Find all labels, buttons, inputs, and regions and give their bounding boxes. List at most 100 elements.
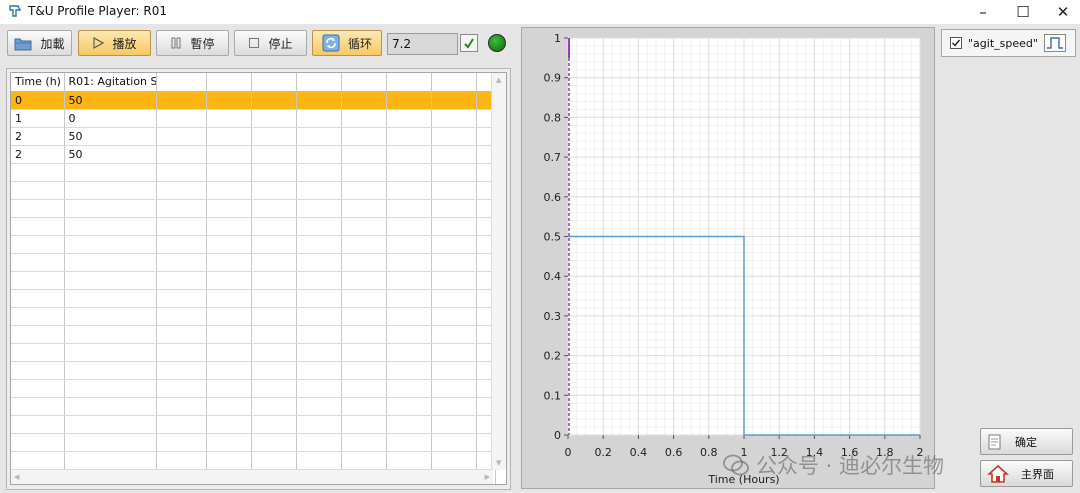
table-cell[interactable] bbox=[64, 397, 157, 416]
table-cell[interactable] bbox=[206, 253, 252, 272]
table-cell[interactable] bbox=[251, 361, 297, 380]
scroll-left-icon[interactable]: ◀ bbox=[14, 473, 19, 481]
table-cell[interactable] bbox=[64, 163, 157, 182]
table-cell[interactable] bbox=[11, 163, 65, 182]
table-cell[interactable] bbox=[341, 217, 387, 236]
table-cell[interactable] bbox=[341, 397, 387, 416]
loop-button[interactable]: 循环 bbox=[312, 30, 382, 56]
table-cell[interactable] bbox=[251, 271, 297, 290]
table-cell[interactable] bbox=[431, 253, 477, 272]
horizontal-scrollbar[interactable]: ◀ ▶ bbox=[11, 469, 493, 484]
table-cell[interactable] bbox=[386, 181, 432, 200]
confirm-button[interactable]: 确定 bbox=[980, 428, 1073, 455]
table-cell[interactable] bbox=[296, 253, 342, 272]
table-cell[interactable] bbox=[296, 397, 342, 416]
table-cell[interactable] bbox=[251, 127, 297, 146]
table-cell[interactable] bbox=[206, 271, 252, 290]
table-cell[interactable] bbox=[386, 235, 432, 254]
table-cell[interactable] bbox=[341, 271, 387, 290]
table-cell[interactable] bbox=[341, 145, 387, 164]
table-cell[interactable] bbox=[386, 397, 432, 416]
table-cell[interactable] bbox=[386, 163, 432, 182]
table-cell[interactable]: 50 bbox=[64, 91, 157, 110]
table-cell[interactable] bbox=[296, 379, 342, 398]
table-cell[interactable] bbox=[206, 289, 252, 308]
table-cell[interactable] bbox=[251, 343, 297, 362]
table-cell[interactable] bbox=[431, 379, 477, 398]
table-cell[interactable] bbox=[251, 145, 297, 164]
table-cell[interactable] bbox=[156, 145, 207, 164]
close-button[interactable]: ✕ bbox=[1048, 2, 1078, 22]
table-cell[interactable] bbox=[386, 307, 432, 326]
table-cell[interactable] bbox=[206, 433, 252, 452]
table-cell[interactable] bbox=[431, 307, 477, 326]
table-cell[interactable] bbox=[296, 451, 342, 470]
table-cell[interactable] bbox=[11, 181, 65, 200]
table-cell[interactable] bbox=[341, 253, 387, 272]
table-cell[interactable] bbox=[11, 361, 65, 380]
table-row[interactable] bbox=[11, 379, 496, 398]
table-cell[interactable] bbox=[156, 253, 207, 272]
table-cell[interactable] bbox=[64, 325, 157, 344]
table-row[interactable] bbox=[11, 343, 496, 362]
table-cell[interactable] bbox=[251, 163, 297, 182]
table-cell[interactable] bbox=[296, 91, 342, 110]
table-cell[interactable] bbox=[156, 379, 207, 398]
table-cell[interactable] bbox=[206, 325, 252, 344]
table-cell[interactable] bbox=[251, 325, 297, 344]
table-cell[interactable] bbox=[156, 289, 207, 308]
table-cell[interactable] bbox=[11, 307, 65, 326]
table-cell[interactable] bbox=[64, 181, 157, 200]
table-row[interactable] bbox=[11, 163, 496, 182]
table-cell[interactable] bbox=[206, 379, 252, 398]
table-cell[interactable] bbox=[11, 253, 65, 272]
table-cell[interactable] bbox=[431, 127, 477, 146]
table-cell[interactable] bbox=[11, 379, 65, 398]
table-cell[interactable] bbox=[251, 451, 297, 470]
table-cell[interactable] bbox=[296, 109, 342, 128]
table-cell[interactable] bbox=[156, 325, 207, 344]
table-cell[interactable] bbox=[64, 361, 157, 380]
table-cell[interactable] bbox=[156, 451, 207, 470]
table-cell[interactable] bbox=[431, 433, 477, 452]
play-button[interactable]: 播放 bbox=[78, 30, 151, 56]
table-cell[interactable]: 0 bbox=[11, 91, 65, 110]
table-cell[interactable] bbox=[386, 127, 432, 146]
table-cell[interactable] bbox=[431, 91, 477, 110]
table-cell[interactable] bbox=[64, 343, 157, 362]
table-cell[interactable] bbox=[386, 289, 432, 308]
table-cell[interactable] bbox=[386, 379, 432, 398]
table-cell[interactable] bbox=[64, 217, 157, 236]
table-cell[interactable] bbox=[251, 415, 297, 434]
table-cell[interactable] bbox=[206, 109, 252, 128]
table-row[interactable]: 2 50 bbox=[11, 127, 496, 146]
table-cell[interactable] bbox=[431, 415, 477, 434]
scroll-down-icon[interactable]: ▼ bbox=[496, 459, 501, 467]
apply-button[interactable] bbox=[460, 34, 478, 52]
table-cell[interactable] bbox=[11, 289, 65, 308]
table-cell[interactable] bbox=[431, 289, 477, 308]
table-cell[interactable] bbox=[64, 379, 157, 398]
table-cell[interactable] bbox=[11, 271, 65, 290]
table-cell[interactable] bbox=[431, 343, 477, 362]
table-cell[interactable] bbox=[431, 199, 477, 218]
table-cell[interactable] bbox=[64, 451, 157, 470]
table-cell[interactable] bbox=[156, 109, 207, 128]
table-cell[interactable] bbox=[64, 253, 157, 272]
table-row[interactable] bbox=[11, 199, 496, 218]
table-cell[interactable] bbox=[431, 145, 477, 164]
table-cell[interactable] bbox=[386, 433, 432, 452]
table-cell[interactable] bbox=[251, 199, 297, 218]
table-cell[interactable] bbox=[386, 415, 432, 434]
table-cell[interactable] bbox=[386, 451, 432, 470]
table-cell[interactable] bbox=[386, 253, 432, 272]
table-cell[interactable] bbox=[341, 325, 387, 344]
table-cell[interactable] bbox=[431, 361, 477, 380]
scroll-right-icon[interactable]: ▶ bbox=[485, 473, 490, 481]
table-cell[interactable] bbox=[431, 163, 477, 182]
table-cell[interactable] bbox=[11, 397, 65, 416]
table-cell[interactable] bbox=[431, 181, 477, 200]
table-cell[interactable] bbox=[341, 199, 387, 218]
table-cell[interactable] bbox=[296, 433, 342, 452]
table-cell[interactable] bbox=[296, 289, 342, 308]
